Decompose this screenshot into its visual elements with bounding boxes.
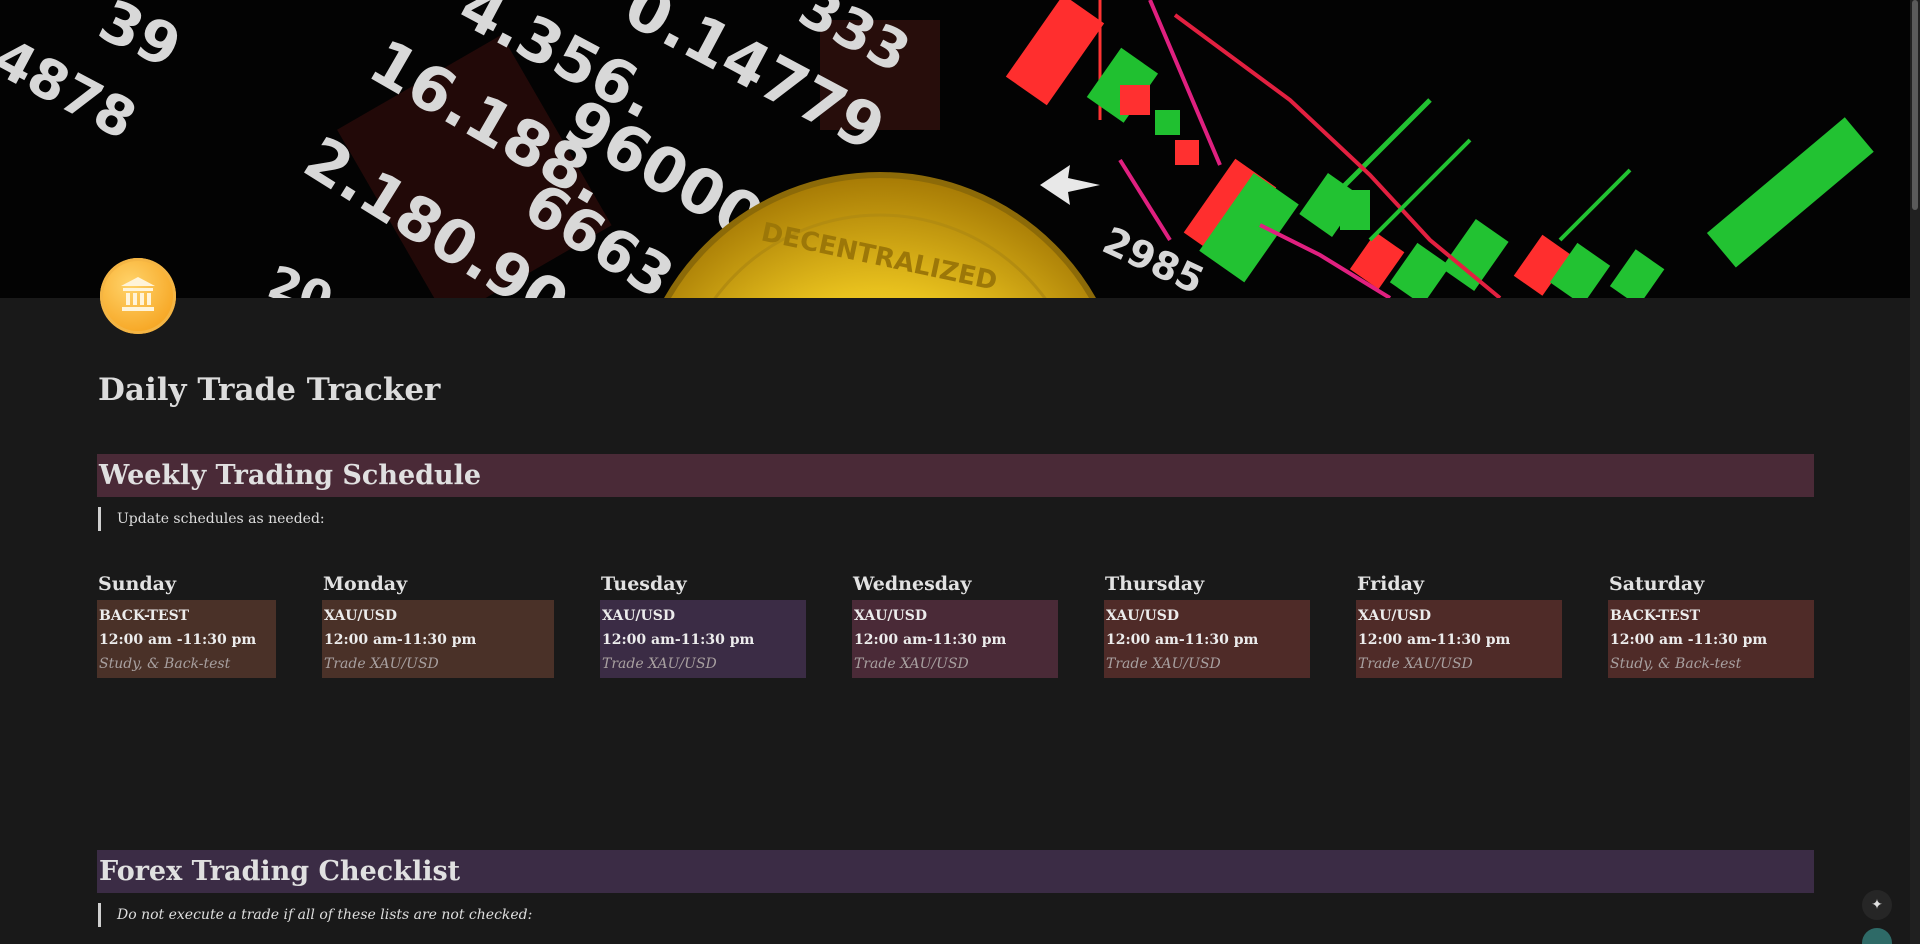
forex-checklist-heading: Forex Trading Checklist — [99, 856, 461, 887]
day-name[interactable]: Saturday — [1609, 570, 1814, 598]
day-name[interactable]: Tuesday — [601, 570, 806, 598]
sparkle-icon[interactable]: ✦ — [1862, 890, 1892, 920]
card-note: Trade XAU/USD — [1358, 656, 1473, 672]
day-column-wednesday: Wednesday XAU/USD 12:00 am-11:30 pm Trad… — [852, 570, 1058, 678]
weekly-schedule-heading-block[interactable]: Weekly Trading Schedule — [97, 454, 1814, 497]
day-column-sunday: Sunday BACK-TEST 12:00 am -11:30 pm Stud… — [97, 570, 276, 678]
schedule-callout-text: Update schedules as needed: — [117, 511, 325, 527]
card-symbol: XAU/USD — [324, 608, 398, 624]
day-column-thursday: Thursday XAU/USD 12:00 am-11:30 pm Trade… — [1104, 570, 1310, 678]
card-time: 12:00 am -11:30 pm — [99, 632, 257, 648]
card-time: 12:00 am-11:30 pm — [602, 632, 755, 648]
day-column-saturday: Saturday BACK-TEST 12:00 am -11:30 pm St… — [1608, 570, 1814, 678]
notion-page: 39 4878 4.356. 0.14779 333 16.188. 96000… — [0, 0, 1920, 944]
schedule-card[interactable]: BACK-TEST 12:00 am -11:30 pm Study, & Ba… — [1608, 600, 1814, 678]
card-symbol: BACK-TEST — [1610, 608, 1701, 624]
page-title[interactable]: Daily Trade Tracker — [98, 372, 440, 408]
day-column-tuesday: Tuesday XAU/USD 12:00 am-11:30 pm Trade … — [600, 570, 806, 678]
schedule-card[interactable]: XAU/USD 12:00 am-11:30 pm Trade XAU/USD — [600, 600, 806, 678]
schedule-card[interactable]: BACK-TEST 12:00 am -11:30 pm Study, & Ba… — [97, 600, 276, 678]
checklist-callout-text: Do not execute a trade if all of these l… — [117, 907, 533, 923]
bank-glyph — [121, 277, 155, 311]
help-button[interactable] — [1862, 928, 1892, 944]
schedule-card[interactable]: XAU/USD 12:00 am-11:30 pm Trade XAU/USD — [322, 600, 554, 678]
card-note: Trade XAU/USD — [1106, 656, 1221, 672]
cover-image[interactable]: 39 4878 4.356. 0.14779 333 16.188. 96000… — [0, 0, 1910, 298]
card-note: Study, & Back-test — [99, 656, 231, 672]
day-name[interactable]: Friday — [1357, 570, 1562, 598]
bank-icon[interactable] — [100, 258, 176, 334]
checklist-callout[interactable]: Do not execute a trade if all of these l… — [98, 903, 532, 927]
schedule-card[interactable]: XAU/USD 12:00 am-11:30 pm Trade XAU/USD — [852, 600, 1058, 678]
page-scrollbar[interactable] — [1910, 0, 1920, 944]
card-time: 12:00 am-11:30 pm — [854, 632, 1007, 648]
schedule-card[interactable]: XAU/USD 12:00 am-11:30 pm Trade XAU/USD — [1356, 600, 1562, 678]
card-symbol: XAU/USD — [1358, 608, 1432, 624]
card-symbol: XAU/USD — [854, 608, 928, 624]
day-column-friday: Friday XAU/USD 12:00 am-11:30 pm Trade X… — [1356, 570, 1562, 678]
day-name[interactable]: Thursday — [1105, 570, 1310, 598]
card-time: 12:00 am-11:30 pm — [324, 632, 477, 648]
card-symbol: BACK-TEST — [99, 608, 190, 624]
card-note: Trade XAU/USD — [602, 656, 717, 672]
cover-artwork: 39 4878 4.356. 0.14779 333 16.188. 96000… — [0, 0, 1910, 298]
day-name[interactable]: Wednesday — [853, 570, 1058, 598]
card-time: 12:00 am-11:30 pm — [1106, 632, 1259, 648]
day-name[interactable]: Sunday — [98, 570, 276, 598]
weekly-schedule-heading: Weekly Trading Schedule — [99, 460, 482, 491]
card-time: 12:00 am -11:30 pm — [1610, 632, 1768, 648]
schedule-callout[interactable]: Update schedules as needed: — [98, 507, 325, 531]
card-note: Trade XAU/USD — [854, 656, 969, 672]
card-note: Trade XAU/USD — [324, 656, 439, 672]
card-note: Study, & Back-test — [1610, 656, 1742, 672]
scrollbar-thumb[interactable] — [1912, 0, 1918, 210]
card-symbol: XAU/USD — [602, 608, 676, 624]
schedule-card[interactable]: XAU/USD 12:00 am-11:30 pm Trade XAU/USD — [1104, 600, 1310, 678]
forex-checklist-heading-block[interactable]: Forex Trading Checklist — [97, 850, 1814, 893]
card-time: 12:00 am-11:30 pm — [1358, 632, 1511, 648]
card-symbol: XAU/USD — [1106, 608, 1180, 624]
day-column-monday: Monday XAU/USD 12:00 am-11:30 pm Trade X… — [322, 570, 554, 678]
day-name[interactable]: Monday — [323, 570, 554, 598]
